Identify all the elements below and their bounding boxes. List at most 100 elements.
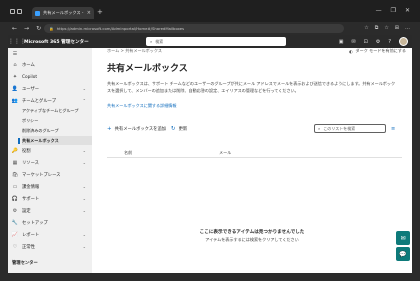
sidebar-collapse-button[interactable]: ☰ xyxy=(8,49,92,59)
back-icon[interactable]: ← xyxy=(12,25,17,32)
learn-more-link[interactable]: 共有メールボックスに関する詳細情報 xyxy=(107,103,176,109)
lock-icon: 🔒 xyxy=(49,26,54,31)
search-icon: ⌕ xyxy=(150,39,153,44)
chevron-down-icon: ⌄ xyxy=(82,86,86,91)
favorite-icon[interactable]: ☆ xyxy=(364,25,368,31)
search-icon: ⌕ xyxy=(318,126,321,131)
window-bottom-edge xyxy=(8,273,412,281)
sidebar-item-label: 役割 xyxy=(22,149,31,154)
collections-icon[interactable]: ⊞ xyxy=(395,25,399,31)
forward-icon[interactable]: → xyxy=(24,25,29,32)
sidebar-item-home[interactable]: ⌂ ホーム xyxy=(8,60,92,70)
page-description: 共有メールボックスは、サポート チームなどのユーザーのグループが共にメール アド… xyxy=(107,81,396,93)
header-actions: ▣ ✉ ⊡ ⚙ ? xyxy=(339,37,408,46)
feedback-button[interactable]: 💬 xyxy=(396,247,410,261)
app-launcher-icon[interactable]: ⋮⋮⋮ xyxy=(8,38,26,45)
global-search-input[interactable]: ⌕ 検索 xyxy=(146,37,286,46)
chevron-down-icon: ⌄ xyxy=(82,160,86,165)
mail-icon[interactable]: ✉ xyxy=(351,39,355,45)
list-search-placeholder: このリストを検索 xyxy=(323,125,356,131)
sidebar-item-label: 課金情報 xyxy=(22,185,40,190)
split-screen-icon[interactable]: ⧉ xyxy=(375,25,379,31)
maximize-icon[interactable]: ❐ xyxy=(391,7,396,14)
dark-mode-toggle[interactable]: ◐ ダーク モードを有効にする xyxy=(349,48,406,54)
gear-icon: ⚙ xyxy=(12,208,18,214)
dark-mode-icon: ◐ xyxy=(348,48,353,54)
add-label: 共有メールボックスを追加 xyxy=(114,127,167,132)
list-search-input[interactable]: ⌕ このリストを検索 xyxy=(314,124,386,133)
empty-state-subtitle: アイテムを表示するには検索をクリアしてください xyxy=(205,237,299,242)
sidebar-item-support[interactable]: 🎧 サポート ⌄ xyxy=(8,194,92,204)
close-window-icon[interactable]: ✕ xyxy=(405,7,410,14)
nav-buttons: ← → ↻ xyxy=(12,25,41,32)
chevron-down-icon: ⌄ xyxy=(82,148,86,153)
header-divider xyxy=(107,157,402,158)
chevron-down-icon: ⌄ xyxy=(82,208,86,213)
active-indicator xyxy=(18,138,20,144)
sidebar-subitem-active-teams[interactable]: アクティブなチームとグループ xyxy=(22,106,92,115)
help-icon[interactable]: ? xyxy=(388,39,391,45)
minimize-icon[interactable]: — xyxy=(376,7,382,14)
refresh-button[interactable]: ↻ 更新 xyxy=(171,126,187,132)
breadcrumb[interactable]: ホーム > 共有メールボックス xyxy=(107,48,162,54)
sidebar-item-roles[interactable]: 🔑 役割 ⌄ xyxy=(8,146,92,156)
notification-icon[interactable]: ⊡ xyxy=(364,39,368,45)
new-tab-button[interactable]: + xyxy=(97,8,103,16)
reload-icon[interactable]: ↻ xyxy=(36,25,41,32)
sidebar-item-settings[interactable]: ⚙ 設定 ⌄ xyxy=(8,206,92,216)
sidebar-item-resources[interactable]: ▦ リソース ⌄ xyxy=(8,158,92,168)
headset-icon: 🎧 xyxy=(11,196,19,202)
app-title[interactable]: Microsoft 365 管理センター xyxy=(24,39,89,45)
url-field[interactable]: 🔒 https://admin.microsoft.com/Adminporta… xyxy=(44,24,344,33)
sidebar-item-health[interactable]: ♡ 正常性 ⌄ xyxy=(8,242,92,252)
sidebar-subitem-policies[interactable]: ポリシー xyxy=(22,116,92,125)
refresh-label: 更新 xyxy=(178,127,188,132)
sidebar: ☰ ⌂ ホーム ✦ Copilot 👤 ユーザー ⌄ 👥 チームとグループ ⌃ … xyxy=(8,48,92,273)
chat-icon: 💬 xyxy=(399,250,407,258)
copilot-icon: ✦ xyxy=(12,74,18,80)
sidebar-item-setup[interactable]: 🔧 セットアップ xyxy=(8,218,92,228)
more-icon[interactable]: … xyxy=(405,25,410,31)
empty-state-title: ここに表示できるアイテムは見つかりませんでした xyxy=(199,230,305,235)
browser-tab[interactable]: 共有メールボックス - Microsoft 365 × xyxy=(32,7,94,19)
chevron-down-icon: ⌄ xyxy=(82,244,86,249)
workspace-icon[interactable] xyxy=(10,9,15,14)
sidebar-item-copilot[interactable]: ✦ Copilot xyxy=(8,72,92,82)
sidebar-item-label: レポート xyxy=(22,233,40,238)
search-placeholder: 検索 xyxy=(155,38,164,44)
sidebar-item-billing[interactable]: ▭ 課金情報 ⌄ xyxy=(8,182,92,192)
resources-icon: ▦ xyxy=(12,160,18,166)
screen-icon[interactable]: ▣ xyxy=(339,39,344,45)
favorites-list-icon[interactable]: ☆ xyxy=(384,25,388,31)
avatar[interactable] xyxy=(399,37,408,46)
tab-actions[interactable] xyxy=(10,8,24,15)
sidebar-item-reports[interactable]: 📈 レポート ⌄ xyxy=(8,230,92,240)
sidebar-item-teams-groups[interactable]: 👥 チームとグループ ⌃ xyxy=(8,96,92,106)
sidebar-item-marketplace[interactable]: 🛍 マーケットプレース xyxy=(8,170,92,180)
window-controls: — ❐ ✕ xyxy=(376,7,410,14)
browser-toolbar-icons: ☆ ⧉ ☆ ⊞ … xyxy=(364,25,410,31)
sidebar-item-label: セットアップ xyxy=(22,221,48,226)
tab-list-icon[interactable] xyxy=(17,9,22,14)
tab-title: 共有メールボックス - Microsoft 365 xyxy=(43,10,84,15)
settings-icon[interactable]: ⚙ xyxy=(376,39,380,45)
tab-close-icon[interactable]: × xyxy=(87,10,91,16)
group-icon: 👥 xyxy=(11,98,19,104)
contact-support-button[interactable]: ✉ xyxy=(396,231,410,245)
sidebar-subitem-deleted-groups[interactable]: 削除済みのグループ xyxy=(22,126,92,135)
sidebar-subitem-shared-mailboxes[interactable]: 共有メールボックス xyxy=(22,136,92,145)
sidebar-item-label: チームとグループ xyxy=(22,99,56,104)
main-content: ホーム > 共有メールボックス ◐ ダーク モードを有効にする 共有メールボック… xyxy=(92,48,412,273)
mail-icon: ✉ xyxy=(400,234,406,242)
filter-icon[interactable]: ≡ xyxy=(391,126,395,132)
add-shared-mailbox-button[interactable]: + 共有メールボックスを追加 xyxy=(107,126,166,132)
sidebar-item-label: 正常性 xyxy=(22,245,35,250)
chevron-down-icon: ⌄ xyxy=(82,196,86,201)
billing-icon: ▭ xyxy=(12,184,18,190)
sidebar-item-users[interactable]: 👤 ユーザー ⌄ xyxy=(8,84,92,94)
column-header-name[interactable]: 名前 xyxy=(124,150,132,156)
admin-centers-heading: 管理センター xyxy=(12,261,38,266)
column-header-email[interactable]: メール xyxy=(219,150,231,156)
chevron-down-icon: ⌄ xyxy=(82,232,86,237)
browser-tab-bar: 共有メールボックス - Microsoft 365 × + — ❐ ✕ xyxy=(0,0,420,22)
